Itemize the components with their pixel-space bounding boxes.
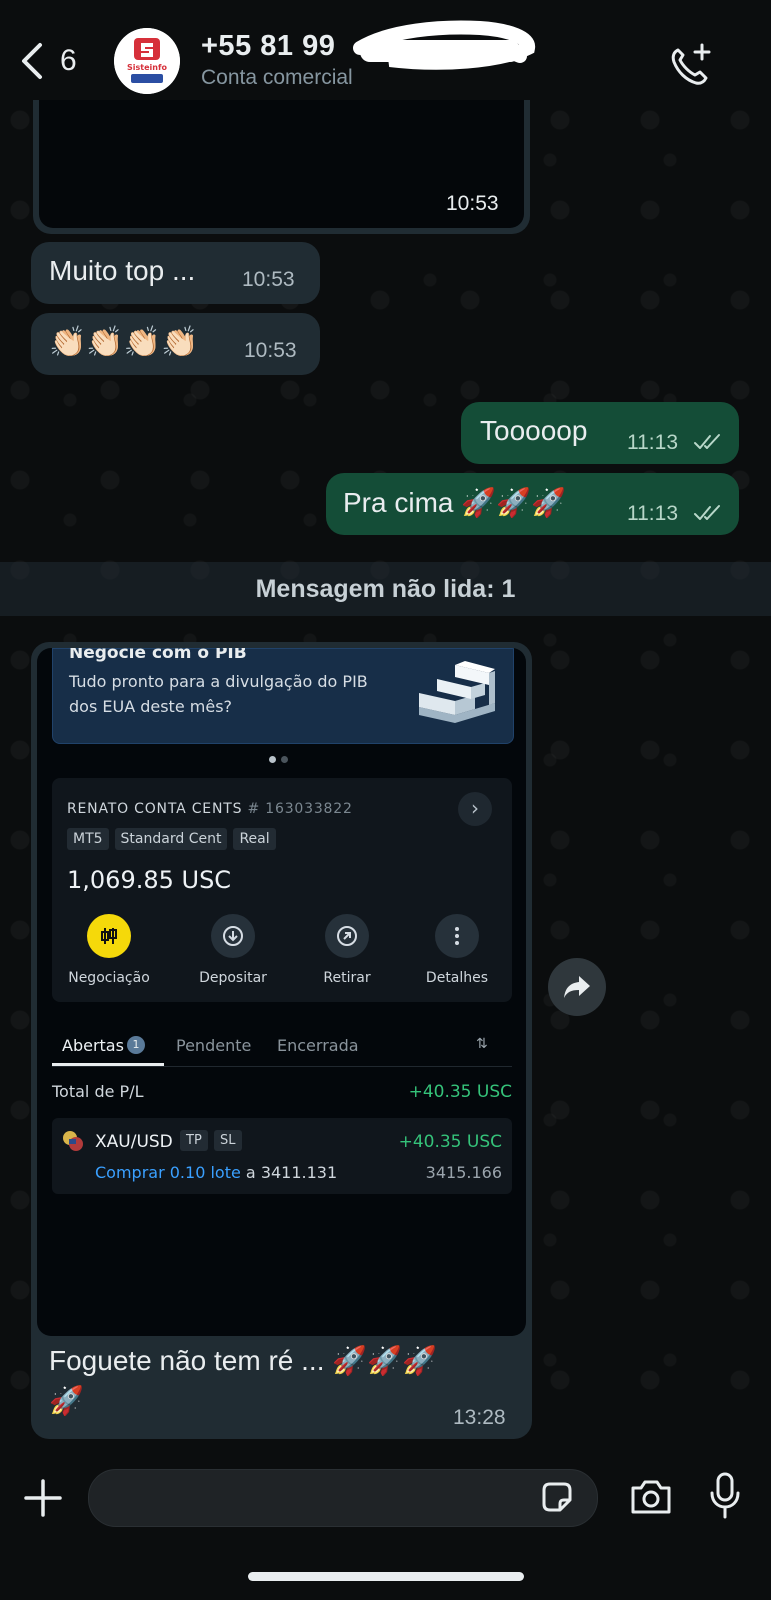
total-pl-value: +40.35 USC [408, 1082, 512, 1102]
trading-app-screenshot[interactable]: Negocie com o PIB Tudo pronto para a div… [37, 648, 526, 1336]
image-caption-line2: 🚀 [49, 1385, 84, 1416]
action-withdraw: Retirar [292, 914, 402, 986]
tab-underline [52, 1063, 164, 1066]
action-label: Retirar [323, 970, 371, 986]
account-tags: MT5 Standard Cent Real [67, 828, 276, 850]
contact-subtitle: Conta comercial [201, 66, 353, 89]
forward-button[interactable] [548, 958, 606, 1016]
chat-header: 6 Sisteinfo +55 81 99 Conta comercial [0, 0, 771, 102]
sort-icon: ⇅ [476, 1036, 488, 1052]
message-time: 10:53 [244, 339, 297, 362]
message-emoji: 👏🏻👏🏻👏🏻👏🏻 [49, 325, 199, 360]
position-row: XAU/USD TP SL +40.35 USC Comprar 0.10 lo… [52, 1118, 512, 1194]
promo-banner: Negocie com o PIB Tudo pronto para a div… [52, 648, 514, 744]
contact-avatar[interactable]: Sisteinfo [114, 28, 180, 94]
sticker-button[interactable] [540, 1480, 574, 1514]
outgoing-message[interactable]: Pra cima 🚀🚀🚀 11:13 [326, 473, 739, 535]
redaction-scribble [353, 20, 535, 70]
account-actions: Negociação Depositar Retirar Detalhes [52, 914, 512, 994]
back-button[interactable]: 6 [18, 38, 108, 84]
chevron-right-icon: › [458, 792, 492, 826]
tab-open: Abertas 1 [62, 1036, 145, 1055]
withdraw-icon [325, 914, 369, 958]
attach-button[interactable] [22, 1477, 64, 1519]
unread-divider: Mensagem não lida: 1 [0, 562, 771, 616]
account-card: RENATO CONTA CENTS # 163033822 › MT5 Sta… [52, 778, 512, 1002]
camera-button[interactable] [628, 1475, 674, 1519]
tag-account-type: Standard Cent [114, 828, 228, 850]
action-label: Detalhes [425, 970, 489, 986]
forward-icon [564, 976, 590, 998]
double-check-icon [694, 434, 720, 449]
incoming-message[interactable]: Muito top ... 10:53 [31, 242, 320, 304]
add-call-button[interactable] [668, 42, 714, 86]
tab-closed: Encerrada [277, 1036, 359, 1055]
deposit-icon [211, 914, 255, 958]
sl-tag: SL [214, 1130, 242, 1151]
xau-usd-flag-icon [63, 1131, 83, 1151]
message-composer [0, 1455, 771, 1600]
svg-text:Sisteinfo: Sisteinfo [127, 63, 167, 72]
trade-icon [87, 914, 131, 958]
tab-pending: Pendente [176, 1036, 252, 1055]
banner-title: Negocie com o PIB [69, 648, 247, 663]
tag-platform: MT5 [67, 828, 109, 850]
action-details: Detalhes [402, 914, 512, 986]
message-time: 10:53 [242, 268, 295, 291]
stairs-illustration [419, 661, 495, 723]
message-text: Tooooop [480, 415, 588, 446]
action-label: Depositar [199, 970, 267, 986]
microphone-icon [710, 1472, 740, 1519]
sisteinfo-logo: Sisteinfo [114, 28, 180, 94]
account-balance: 1,069.85 USC [67, 866, 232, 894]
banner-text: Tudo pronto para a divulgação do PIB dos… [69, 672, 368, 716]
double-check-icon [694, 505, 720, 520]
plus-icon [24, 1479, 62, 1517]
add-call-icon [671, 43, 711, 85]
message-text: Pra cima 🚀🚀🚀 [343, 487, 566, 518]
message-text: Muito top ... [49, 255, 196, 286]
account-name: RENATO CONTA CENTS # 163033822 [67, 801, 353, 817]
message-time: 10:53 [446, 192, 499, 215]
message-time: 11:13 [627, 431, 678, 454]
incoming-message[interactable]: 👏🏻👏🏻👏🏻👏🏻 10:53 [31, 313, 320, 375]
image-caption: Foguete não tem ré ... 🚀🚀🚀 [49, 1345, 437, 1376]
outgoing-message[interactable]: Tooooop 11:13 [461, 402, 739, 464]
total-pl-label: Total de P/L [52, 1082, 144, 1101]
action-deposit: Depositar [178, 914, 288, 986]
contact-name[interactable]: +55 81 99 [201, 30, 335, 63]
unread-label: Mensagem não lida: 1 [255, 574, 516, 603]
tp-tag: TP [180, 1130, 208, 1151]
message-time: 13:28 [453, 1406, 506, 1429]
position-current-price: 3415.166 [425, 1163, 502, 1182]
position-symbol: XAU/USD [95, 1132, 173, 1152]
back-chevron-icon [22, 43, 42, 79]
position-pl: +40.35 USC [398, 1132, 502, 1152]
carousel-dots [269, 748, 299, 763]
camera-icon [631, 1480, 671, 1514]
image-message-bubble[interactable]: 10:53 [33, 100, 530, 234]
sticker-icon [542, 1482, 572, 1512]
message-time: 11:13 [627, 502, 678, 525]
home-indicator [248, 1572, 524, 1581]
message-input[interactable] [88, 1469, 598, 1527]
more-vertical-icon [435, 914, 479, 958]
unread-chats-count: 6 [60, 44, 77, 77]
position-order: Comprar 0.10 lote a 3411.131 [95, 1163, 338, 1182]
incoming-image-message[interactable]: Negocie com o PIB Tudo pronto para a div… [31, 642, 532, 1439]
orders-tabs: Abertas 1 Pendente Encerrada ⇅ [52, 1030, 512, 1067]
action-label: Negociação [68, 970, 150, 986]
action-trade: Negociação [54, 914, 164, 986]
tag-mode: Real [233, 828, 276, 850]
microphone-button[interactable] [708, 1471, 742, 1521]
